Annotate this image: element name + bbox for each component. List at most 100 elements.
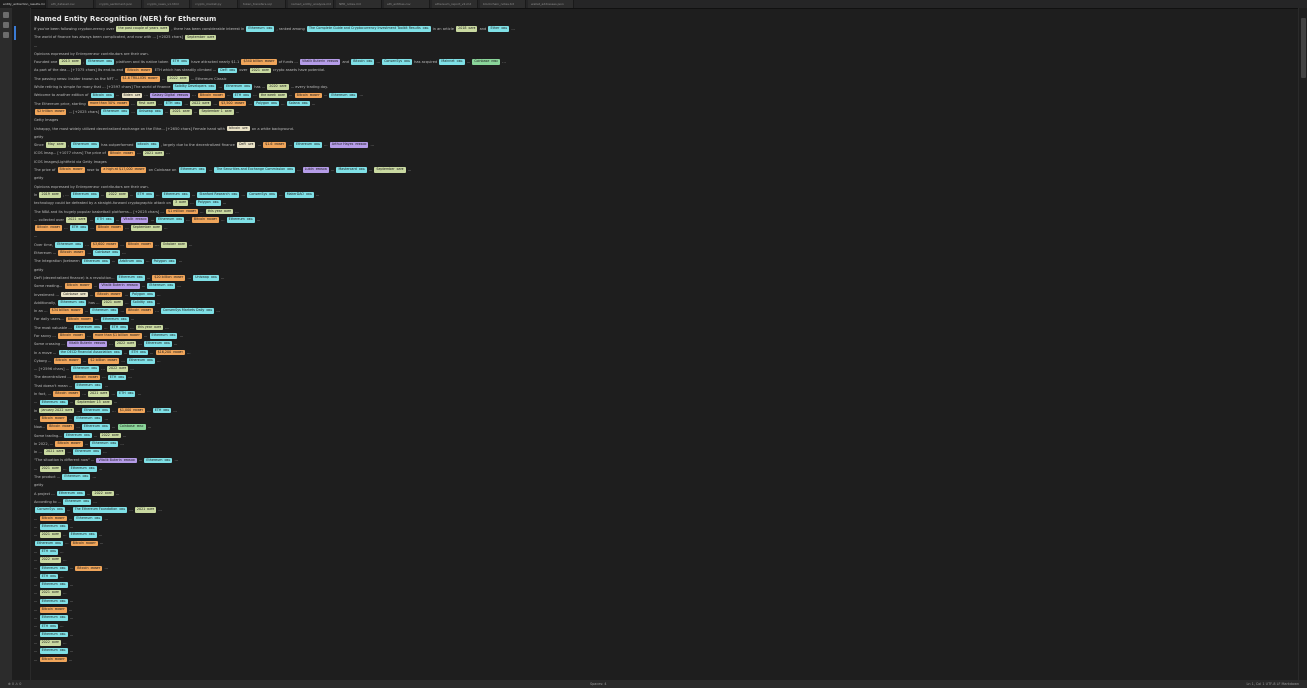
entity-label: ORG [147, 292, 153, 296]
plain-text: , [81, 60, 86, 65]
entity-highlight: Bitcoin MONEY [39, 416, 67, 422]
entity-text: more than 50% [89, 100, 116, 105]
plain-text: ... [68, 616, 74, 621]
status-center[interactable]: Spaces: 4 [590, 680, 606, 688]
entity-label: MONEY [234, 101, 245, 105]
entity-label: DATE [177, 242, 185, 246]
search-icon[interactable] [3, 22, 9, 28]
text-line: Investment ... Coinbase GPE ... Bitcoin MO… [34, 291, 1299, 299]
plain-text: ... [128, 508, 134, 513]
entity-label: MONEY [107, 359, 118, 363]
editor-tab[interactable]: crypto_sentiment.json [96, 0, 142, 8]
entity-text: The Securities and Exchange Commission [216, 167, 286, 172]
entity-label: PERSON [177, 93, 189, 97]
plain-text: Some crossing ... [34, 342, 66, 347]
entity-highlight: 2021 DATE [249, 67, 271, 74]
entity-text: 2021 [172, 109, 181, 114]
entity-label: DATE [111, 433, 119, 437]
plain-text: The world of finance has always been com… [34, 35, 185, 40]
plain-text: ... [252, 93, 258, 98]
text-line: technology could be defeated by a straig… [34, 199, 1299, 207]
plain-text: ... [112, 400, 118, 405]
editor-tab[interactable]: token_transfers.sql [240, 0, 286, 8]
plain-text: ... [34, 43, 38, 48]
entity-text: 2018 [458, 26, 467, 31]
editor-tab[interactable]: named_entity_analysis.md [288, 0, 334, 8]
entity-label: ORG [102, 408, 109, 412]
entity-label: ORG [164, 342, 170, 346]
entity-highlight: Bitcoin MONEY [53, 391, 81, 397]
entity-highlight: Ethereum ORG [144, 457, 173, 464]
text-line: ... collected over 2021 DATE ... ETH ORG .… [34, 216, 1299, 224]
entity-text: Solidity [132, 300, 145, 304]
editor-tab[interactable]: eth_entities.csv [384, 0, 430, 8]
entity-text: ConsenSys [384, 59, 403, 64]
editor-tab[interactable]: eth_dataset.csv [48, 0, 94, 8]
entity-text: Ethereum [41, 524, 58, 529]
entity-text: ConsenSys [249, 192, 268, 197]
status-left[interactable]: ⊗ 0 ⚠ 0 [8, 680, 21, 688]
plain-text: over [238, 68, 249, 73]
document-view[interactable]: Named Entity Recognition (NER) for Ether… [31, 9, 1299, 679]
editor-tab[interactable]: blockchain_notes.txt [480, 0, 526, 8]
plain-text: While retiring is simple for many that .… [34, 85, 172, 90]
entity-text: Polygon [132, 291, 146, 296]
entity-label: ORG [78, 301, 85, 304]
entity-text: ETH [165, 100, 173, 105]
entity-text: Ethereum [75, 324, 93, 329]
entity-label: ORG [164, 458, 171, 462]
plain-text: The passing news: Insider known as the N… [34, 76, 120, 81]
entity-highlight: Bitcoin MONEY [57, 167, 85, 173]
editor-tab[interactable]: entity_extraction_results.md [0, 0, 46, 8]
entity-label: ORG [120, 317, 127, 321]
editor-tab[interactable]: crypto_news_v1.html [144, 0, 190, 8]
entity-label: MONEY [173, 350, 183, 354]
plain-text: ... [34, 574, 39, 579]
entity-label: ORG [169, 334, 176, 338]
entity-highlight: Bitcoin MONEY [72, 374, 101, 381]
entity-highlight: Ethereum ORG [100, 316, 129, 323]
text-line: For savvy ... Bitcoin MONEY ... more than… [34, 332, 1299, 340]
entity-label: ORG [176, 218, 183, 222]
entity-highlight: ETH ORG [163, 100, 183, 107]
entity-text: $20 billion [154, 275, 172, 280]
scrollbar-thumb[interactable] [1301, 18, 1306, 78]
entity-highlight: $20 billion MONEY [152, 275, 186, 281]
entity-label: ORG [50, 549, 56, 553]
editor-tab[interactable]: NER_notes.md [336, 0, 382, 8]
plain-text: ... [501, 60, 506, 65]
entity-text: May [47, 142, 55, 147]
editor-tab[interactable]: crypto_market.py [192, 0, 238, 8]
plain-text: ... [127, 375, 132, 380]
plain-text: ... [240, 192, 247, 197]
plain-text: ... [88, 217, 95, 222]
entity-highlight: Bitcoin ORG [351, 59, 375, 65]
entity-text: 2021 [41, 590, 50, 595]
plain-text: ... [59, 549, 64, 554]
vertical-scrollbar[interactable] [1298, 8, 1307, 680]
plain-text: ... every trading day. [289, 85, 328, 90]
source-control-icon[interactable] [3, 32, 9, 38]
plain-text: ... [119, 309, 126, 314]
editor-tab[interactable]: ethereum_report_v2.md [432, 0, 478, 8]
entity-highlight: ETH ORG [95, 217, 114, 223]
entity-highlight: 2013 DATE [59, 59, 81, 65]
entity-label: ORG [59, 566, 66, 570]
entity-label: DATE [127, 342, 135, 346]
plain-text: ... [34, 549, 39, 554]
text-line: In ... 2021 DATE ... Ethereum ORG ... [34, 448, 1299, 456]
plain-text: ... [465, 60, 472, 65]
plain-text: ... [287, 93, 294, 98]
explorer-icon[interactable] [3, 12, 9, 18]
entity-highlight: Bitcoin MONEY [57, 333, 86, 339]
entity-highlight: Ethereum ORG [294, 142, 322, 148]
plain-text: ... [163, 109, 170, 114]
plain-text: have attracted nearly $1.1 [190, 60, 241, 65]
text-line: getty [34, 174, 1299, 182]
text-line: While retiring is simple for many that .… [34, 83, 1299, 91]
editor-tab[interactable]: wallet_addresses.json [528, 0, 574, 8]
plain-text: ... [277, 192, 284, 197]
status-right[interactable]: Ln 1, Col 1 UTF-8 LF Markdown [1246, 680, 1299, 688]
plain-text: ... [34, 466, 39, 471]
plain-text: ... [296, 168, 302, 173]
